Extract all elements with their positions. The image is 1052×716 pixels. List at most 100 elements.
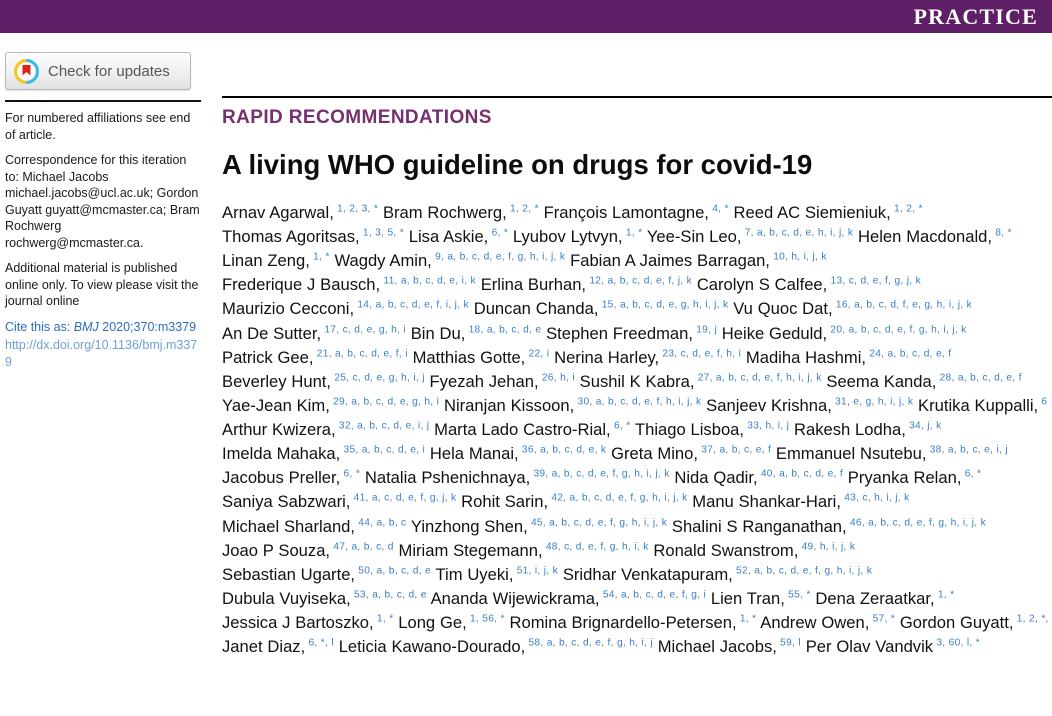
citation-line: Cite this as: BMJ 2020;370:m3379 (5, 319, 201, 336)
author-name: Matthias Gotte, (412, 347, 526, 367)
author-name: Michael Sharland, (222, 516, 356, 536)
author-affiliation-markers: 35, a, b, c, d, e, i (340, 444, 426, 456)
author-affiliation-markers: 6, * (610, 420, 631, 432)
author-name: Ronald Swanstrom, (653, 540, 799, 560)
author-name: Bram Rochwerg, (382, 202, 507, 222)
author-entry: Rohit Sarin, 42, a, b, c, d, e, f, g, h,… (461, 492, 687, 511)
author-entry: Lien Tran, 55, * (711, 589, 811, 608)
author-entry: Patrick Gee, 21, a, b, c, d, e, f, i (222, 348, 408, 367)
author-name: Thiago Lisboa, (634, 420, 745, 440)
author-affiliation-markers: 9, a, b, c, d, e, f, g, h, i, j, k (431, 251, 566, 263)
author-name: Lisa Askie, (408, 226, 489, 246)
author-entry: Long Ge, 1, 56, * (398, 613, 504, 632)
author-entry: Seema Kanda, 28, a, b, c, d, e, f (826, 372, 1021, 391)
author-entry: Janet Diaz, 6, *, l (222, 637, 334, 656)
author-affiliation-markers: 23, c, d, e, f, h, i (659, 348, 742, 360)
author-name: Heike Geduld, (721, 323, 828, 343)
author-name: Bin Du, (410, 323, 466, 343)
author-affiliation-markers: 6, * (488, 227, 509, 239)
author-entry: Rakesh Lodha, 34, j, k (794, 420, 942, 439)
author-entry: Sebastian Ugarte, 50, a, b, c, d, e (222, 565, 431, 584)
author-affiliation-markers: 1, 56, * (466, 613, 505, 625)
author-affiliation-markers: 48, c, d, e, f, g, h, i, k (542, 541, 649, 553)
author-name: Sebastian Ugarte, (222, 564, 356, 584)
author-name: An De Sutter, (222, 323, 322, 343)
author-entry: Tim Uyeki, 51, i, j, k (435, 565, 558, 584)
author-affiliation-markers: 7, a, b, c, d, e, h, i, j, k (741, 227, 854, 239)
author-affiliation-markers: 15, a, b, c, d, e, g, h, i, j, k (598, 299, 729, 311)
author-entry: Miriam Stegemann, 48, c, d, e, f, g, h, … (399, 541, 649, 560)
author-name: Sanjeev Krishna, (706, 395, 832, 415)
author-entry: Shalini S Ranganathan, 46, a, b, c, d, e… (672, 517, 986, 536)
author-name: Long Ge, (398, 613, 467, 633)
author-entry: Emmanuel Nsutebu, 38, a, b, c, e, i, j (776, 444, 1008, 463)
author-name: Michael Jacobs, (657, 637, 777, 657)
author-entry: Fyezah Jehan, 26, h, i (430, 372, 575, 391)
author-name: Emmanuel Nsutebu, (775, 444, 927, 464)
author-name: Ananda Wijewickrama, (430, 589, 600, 609)
check-for-updates-button[interactable]: Check for updates (5, 52, 191, 90)
author-entry: Krutika Kuppalli, 6 (918, 396, 1047, 415)
author-name: Romina Brignardello-Petersen, (509, 613, 737, 633)
author-affiliation-markers: 4, * (708, 203, 729, 215)
author-affiliation-markers: 20, a, b, c, d, e, f, g, h, i, j, k (827, 323, 967, 335)
author-entry: Sanjeev Krishna, 31, e, g, h, i, j, k (706, 396, 913, 415)
author-entry: François Lamontagne, 4, * (544, 203, 729, 222)
author-entry: Marta Lado Castro-Rial, 6, * (434, 420, 630, 439)
article-top-rule (222, 96, 1052, 98)
author-name: Carolyn S Calfee, (696, 275, 828, 295)
author-entry: Linan Zeng, 1, * (222, 251, 330, 270)
author-name: Leticia Kawano-Dourado, (338, 637, 526, 657)
author-name: Vu Quoc Dat, (733, 299, 833, 319)
author-entry: Stephen Freedman, 19, j (546, 324, 717, 343)
author-name: Marta Lado Castro-Rial, (434, 420, 611, 440)
author-affiliation-markers: 27, a, b, c, d, e, f, h, i, j, k (694, 372, 822, 384)
author-name: Frederique J Bausch, (222, 275, 381, 295)
author-entry: Beverley Hunt, 25, c, d, e, g, h, i, j (222, 372, 425, 391)
author-name: Fabian A Jaimes Barragan, (570, 251, 770, 271)
author-name: Fyezah Jehan, (429, 371, 539, 391)
section-banner: PRACTICE (0, 0, 1052, 33)
author-affiliation-markers: 19, j (692, 323, 717, 335)
author-name: Arthur Kwizera, (222, 420, 336, 440)
author-entry: Dena Zeraatkar, 1, * (815, 589, 954, 608)
author-entry: Niranjan Kissoon, 30, a, b, c, d, e, f, … (444, 396, 701, 415)
author-entry: Yee-Sin Leo, 7, a, b, c, d, e, h, i, j, … (647, 227, 853, 246)
author-name: Janet Diaz, (222, 637, 306, 657)
author-entry: Wagdy Amin, 9, a, b, c, d, e, f, g, h, i… (334, 251, 565, 270)
author-name: Rakesh Lodha, (793, 420, 906, 440)
author-affiliation-markers: 54, a, b, c, d, e, f, g, i (599, 589, 707, 601)
author-affiliation-markers: 53, a, b, c, d, e (350, 589, 427, 601)
sidebar-divider (5, 100, 201, 102)
author-name: Tim Uyeki, (435, 564, 514, 584)
author-affiliation-markers: 10, h, i, j, k (769, 251, 827, 263)
author-affiliation-markers: 26, h, i (538, 372, 575, 384)
author-affiliation-markers: 6 (1038, 396, 1048, 408)
author-entry: Yinzhong Shen, 45, a, b, c, d, e, f, g, … (411, 517, 667, 536)
author-affiliation-markers: 8, * (992, 227, 1012, 239)
author-affiliation-markers: 46, a, b, c, d, e, f, g, h, i, j, k (846, 517, 987, 529)
author-name: Andrew Owen, (760, 613, 870, 633)
author-name: Helen Macdonald, (858, 226, 992, 246)
doi-link[interactable]: http://dx.doi.org/10.1136/bmj.m3379 (5, 337, 201, 371)
author-affiliation-markers: 6, *, l (305, 637, 334, 649)
author-entry: Bin Du, 18, a, b, c, d, e (411, 324, 542, 343)
author-entry: Yae-Jean Kim, 29, a, b, c, d, e, g, h, i (222, 396, 439, 415)
author-name: Gordon Guyatt, (899, 613, 1014, 633)
author-name: Lyubov Lytvyn, (512, 226, 623, 246)
author-name: Pryanka Relan, (847, 468, 962, 488)
author-affiliation-markers: 22, i (525, 348, 550, 360)
author-affiliation-markers: 39, a, b, c, d, e, f, g, h, i, j, k (530, 468, 670, 480)
check-for-updates-label: Check for updates (48, 62, 170, 80)
citation-detail: 2020;370:m3379 (98, 319, 197, 334)
author-affiliation-markers: 3, 60, l, * (933, 637, 980, 649)
author-affiliation-markers: 58, a, b, c, d, e, f, g, h, i, j (525, 637, 653, 649)
author-affiliation-markers: 34, j, k (905, 420, 942, 432)
author-affiliation-markers: 18, a, b, c, d, e (465, 323, 542, 335)
author-name: Krutika Kuppalli, (918, 395, 1039, 415)
author-name: Miriam Stegemann, (398, 540, 543, 560)
author-name: Reed AC Siemieniuk, (733, 202, 891, 222)
author-entry: Michael Jacobs, 59, l (658, 637, 801, 656)
author-name: Imelda Mahaka, (222, 444, 341, 464)
author-entry: Lisa Askie, 6, * (409, 227, 508, 246)
